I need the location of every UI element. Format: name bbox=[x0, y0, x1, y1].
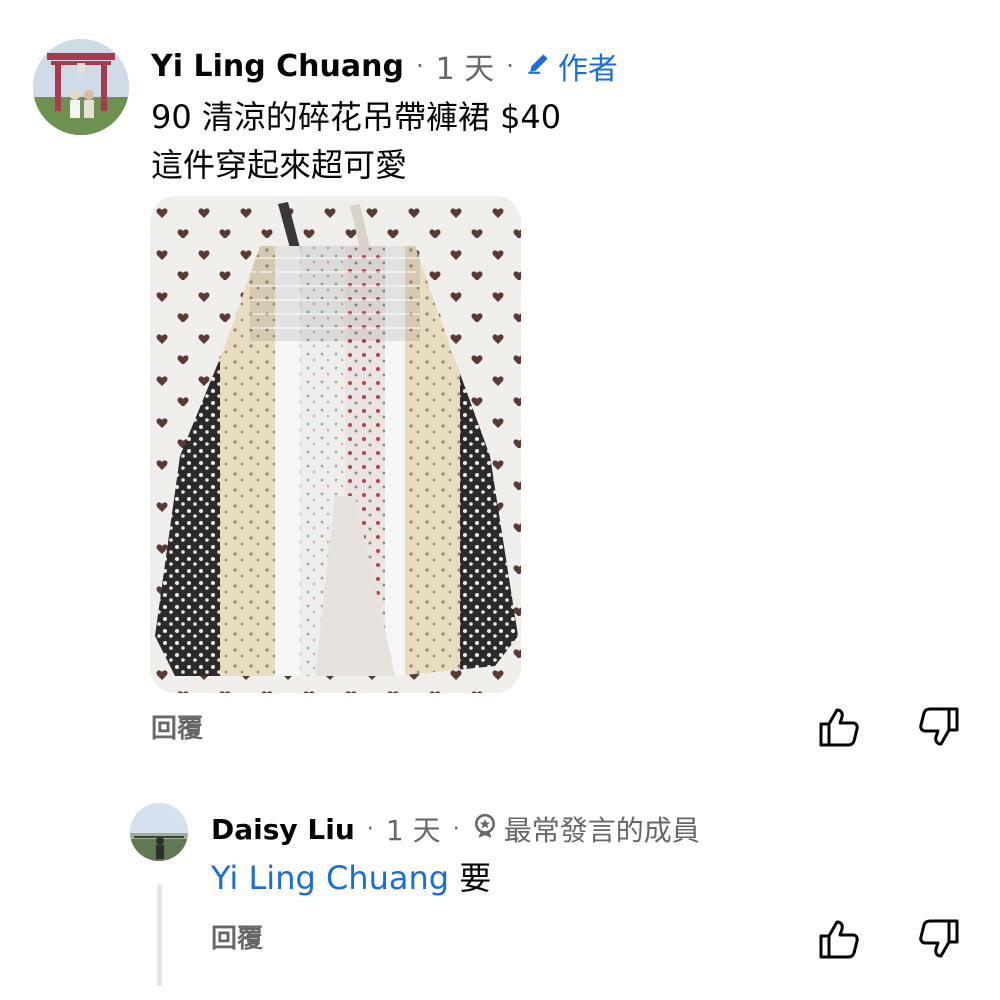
reply-button[interactable]: 回覆 bbox=[151, 708, 203, 745]
comment-header: Yi Ling Chuang · 1 天 · 作者 bbox=[151, 44, 618, 88]
thread-line bbox=[157, 884, 162, 986]
author-badge-label: 作者 bbox=[557, 52, 618, 87]
reply-timestamp[interactable]: 1 天 bbox=[386, 809, 441, 849]
separator: · bbox=[452, 816, 460, 842]
comment-line: 這件穿起來超可愛 bbox=[151, 146, 408, 184]
separator: · bbox=[415, 52, 424, 80]
separator: · bbox=[366, 816, 374, 842]
top-contributor-badge: 最常發言的成員 bbox=[472, 809, 700, 849]
reply-button[interactable]: 回覆 bbox=[211, 918, 263, 955]
pencil-icon bbox=[526, 49, 552, 84]
romper-photo bbox=[150, 196, 521, 693]
author-avatar[interactable] bbox=[33, 39, 129, 135]
reply-message: 要 bbox=[459, 859, 492, 897]
thumbs-down-icon[interactable] bbox=[917, 705, 961, 749]
author-name[interactable]: Yi Ling Chuang bbox=[151, 49, 404, 84]
thumbs-down-icon[interactable] bbox=[917, 917, 961, 961]
author-badge: 作者 bbox=[526, 44, 618, 88]
thumbs-up-icon[interactable] bbox=[817, 705, 861, 749]
comment-timestamp[interactable]: 1 天 bbox=[436, 44, 495, 88]
avatar-photo bbox=[33, 39, 129, 135]
mention-link[interactable]: Yi Ling Chuang bbox=[211, 859, 449, 897]
comment-body: 90 清涼的碎花吊帶褲裙 $40 這件穿起來超可愛 bbox=[151, 93, 561, 189]
avatar-photo bbox=[130, 803, 188, 861]
reply-header: Daisy Liu · 1 天 · 最常發言的成員 bbox=[211, 808, 700, 850]
comment-line: 90 清涼的碎花吊帶褲裙 $40 bbox=[151, 98, 562, 136]
separator: · bbox=[506, 52, 514, 80]
top-contributor-badge-label: 最常發言的成員 bbox=[503, 814, 700, 847]
thumbs-up-icon[interactable] bbox=[817, 917, 861, 961]
attached-photo[interactable] bbox=[150, 196, 521, 693]
comment-thread: Yi Ling Chuang · 1 天 · 作者 90 清涼的碎花吊帶褲裙 $… bbox=[0, 0, 1000, 1000]
top-contributor-badge-icon bbox=[472, 813, 498, 846]
replier-name[interactable]: Daisy Liu bbox=[211, 813, 355, 846]
reply-body: Yi Ling Chuang 要 bbox=[211, 854, 491, 902]
replier-avatar[interactable] bbox=[130, 803, 188, 861]
